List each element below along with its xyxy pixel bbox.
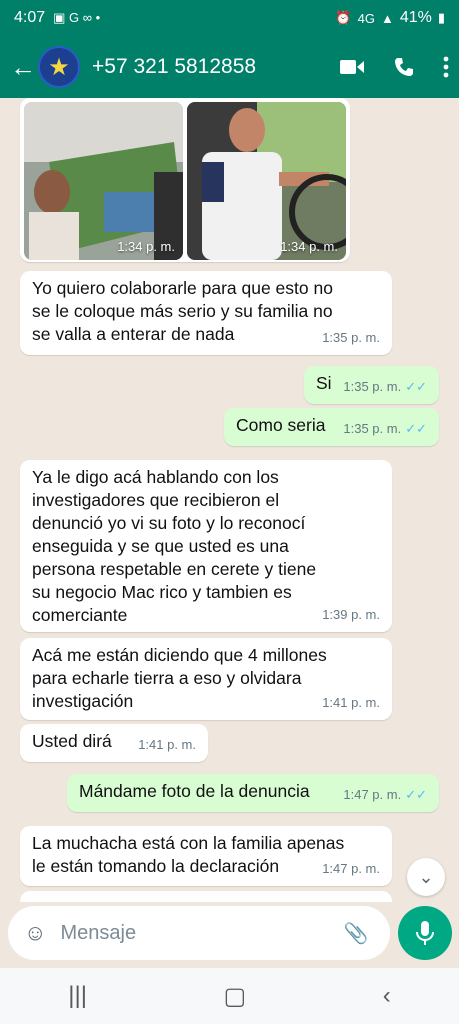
network-label: 4G (357, 10, 375, 26)
message-time: 1:47 p. m. (343, 787, 402, 802)
scroll-down-button[interactable]: ⌄ (407, 858, 445, 896)
chat-area[interactable]: 1:34 p. m. 1:34 p. m. Yo quiero colabora… (0, 98, 459, 902)
message-incoming[interactable]: Yo quiero colaborarle para que esto no s… (20, 271, 392, 355)
message-line: persona respetable en cerete y tiene (32, 559, 317, 579)
emoji-icon[interactable]: ☺ (24, 920, 46, 946)
message-line: Ya le digo acá hablando con los (32, 467, 279, 487)
alarm-icon: ⏰ (335, 10, 352, 25)
android-nav-bar: ||| ▢ ‹ (0, 968, 459, 1024)
message-line: La muchacha está con la familia apenas (32, 833, 345, 853)
mic-icon (416, 921, 434, 945)
battery-label: 41% (399, 9, 432, 26)
message-line: Yo quiero colaborarle para que esto no (32, 278, 333, 298)
message-input[interactable] (60, 921, 326, 945)
read-ticks-icon: ✓✓ (405, 787, 427, 802)
photo-1[interactable]: 1:34 p. m. (24, 102, 183, 260)
message-outgoing[interactable]: Si 1:35 p. m. ✓✓ (304, 366, 439, 404)
chevron-down-icon: ⌄ (418, 866, 434, 887)
message-time: 1:47 p. m. (322, 861, 380, 876)
message-incoming[interactable]: La muchacha está con la familia apenas l… (20, 826, 392, 886)
back-arrow-icon[interactable]: ← (10, 52, 36, 83)
more-vert-icon[interactable] (443, 56, 449, 78)
message-time: 1:35 p. m. (322, 330, 380, 345)
message-line: para echarle tierra a eso y olvidara (32, 668, 302, 688)
home-icon[interactable]: ▢ (224, 982, 247, 1011)
message-incoming[interactable]: Ya le digo acá hablando con los investig… (20, 460, 392, 632)
message-incoming[interactable]: Acá me están diciendo que 4 millones par… (20, 638, 392, 720)
read-ticks-icon: ✓✓ (405, 379, 427, 394)
message-time: 1:35 p. m. (343, 421, 402, 436)
message-incoming-partial[interactable] (20, 891, 392, 902)
message-time: 1:35 p. m. (343, 379, 402, 394)
avatar[interactable]: ★ (38, 46, 80, 88)
message-input-bar: ☺ 📎 (8, 906, 390, 960)
message-text: Usted dirá (32, 731, 112, 751)
phone-icon[interactable] (393, 56, 415, 78)
message-line: se le coloque más serio y su familia no (32, 301, 333, 321)
contact-name[interactable]: +57 321 5812858 (92, 55, 339, 79)
notification-icons: ▣ G ∞ • (53, 10, 101, 25)
message-line: investigadores que recibieron el (32, 490, 280, 510)
recent-apps-icon[interactable]: ||| (68, 982, 87, 1010)
message-text: Como seria (236, 415, 326, 435)
status-bar: 4:07 ▣ G ∞ • ⏰ 4G ▲ 41% ▮ (0, 0, 459, 36)
signal-icon: ▲ (380, 10, 394, 26)
message-time: 1:41 p. m. (138, 737, 196, 752)
message-outgoing[interactable]: Mándame foto de la denuncia 1:47 p. m. ✓✓ (67, 774, 439, 812)
message-line: enseguida y se que usted es una (32, 536, 289, 556)
message-line: su negocio Mac rico y tambien es (32, 582, 292, 602)
message-outgoing[interactable]: Como seria 1:35 p. m. ✓✓ (224, 408, 439, 446)
paperclip-icon[interactable]: 📎 (343, 921, 368, 946)
mic-button[interactable] (398, 906, 452, 960)
message-incoming[interactable]: Usted dirá 1:41 p. m. (20, 724, 208, 762)
photo-2-time: 1:34 p. m. (280, 239, 338, 254)
chat-header: ← ★ +57 321 5812858 (0, 36, 459, 98)
message-time: 1:41 p. m. (322, 695, 380, 710)
photo-2[interactable]: 1:34 p. m. (187, 102, 346, 260)
message-line: denunció yo vi su foto y lo reconocí (32, 513, 306, 533)
photo-1-time: 1:34 p. m. (117, 239, 175, 254)
message-time: 1:39 p. m. (322, 607, 380, 622)
message-text: Si (316, 373, 332, 393)
status-time: 4:07 (14, 9, 46, 26)
battery-icon: ▮ (437, 10, 445, 25)
message-line: Acá me están diciendo que 4 millones (32, 645, 327, 665)
image-message[interactable]: 1:34 p. m. 1:34 p. m. (20, 98, 350, 262)
back-icon[interactable]: ‹ (383, 982, 391, 1010)
message-text: Mándame foto de la denuncia (79, 781, 310, 801)
video-call-icon[interactable] (339, 58, 365, 76)
read-ticks-icon: ✓✓ (405, 421, 427, 436)
